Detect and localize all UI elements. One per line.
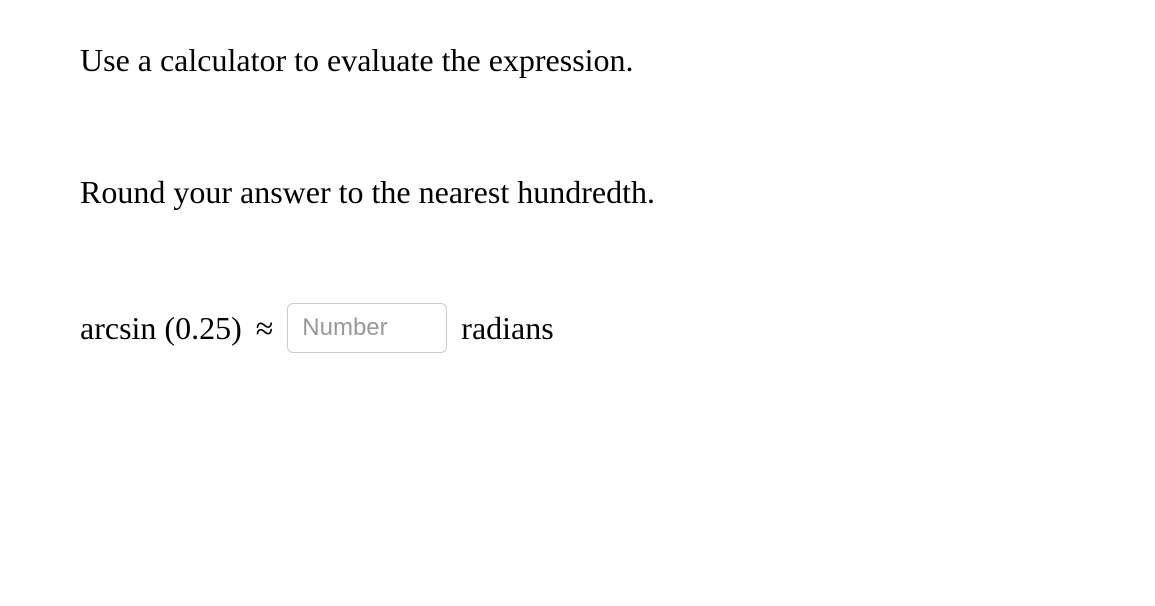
rounding-text: Round your answer to the nearest hundred… bbox=[80, 172, 1075, 214]
unit-label: radians bbox=[461, 310, 553, 347]
expression-text: arcsin (0.25) bbox=[80, 310, 242, 347]
problem-container: Use a calculator to evaluate the express… bbox=[0, 0, 1155, 393]
expression-row: arcsin (0.25) ≈ radians bbox=[80, 303, 1075, 353]
answer-input[interactable] bbox=[287, 303, 447, 353]
instruction-text: Use a calculator to evaluate the express… bbox=[80, 40, 1075, 82]
approx-symbol: ≈ bbox=[256, 310, 274, 347]
